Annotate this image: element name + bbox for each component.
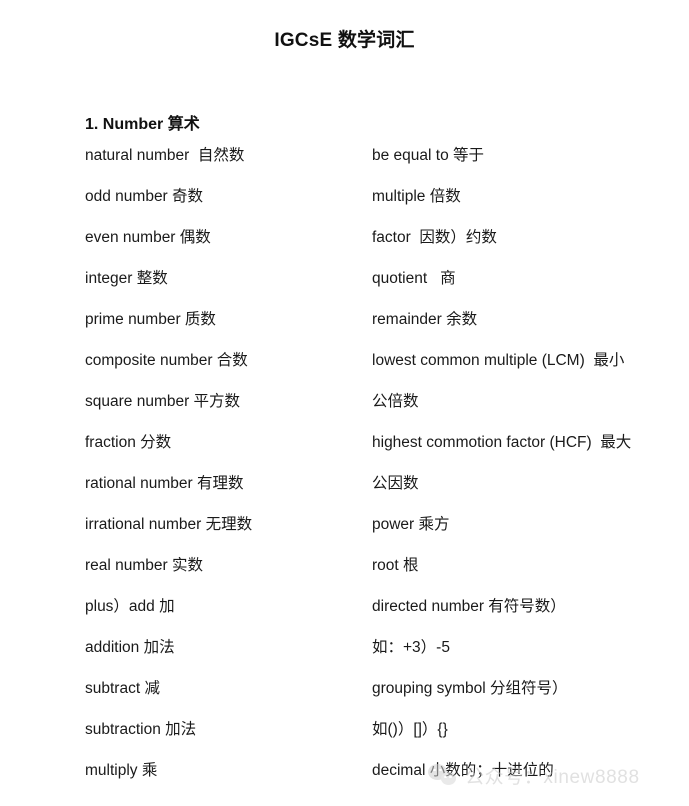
glossary-entry: subtract 减 (85, 680, 160, 697)
section-heading-number: 1. Number 算术 (85, 116, 200, 133)
glossary-entry: remainder 余数 (372, 311, 478, 328)
glossary-entry: irrational number 无理数 (85, 516, 253, 533)
glossary-entry: natural number 自然数 (85, 147, 245, 164)
glossary-entry: even number 偶数 (85, 229, 211, 246)
glossary-entry: factor 因数）约数 (372, 229, 497, 246)
glossary-entry: plus）add 加 (85, 598, 175, 615)
glossary-entry-continuation: 公因数 (372, 475, 419, 492)
glossary-entry: prime number 质数 (85, 311, 216, 328)
glossary-entry: real number 实数 (85, 557, 204, 574)
glossary-entry: addition 加法 (85, 639, 175, 656)
glossary-entry: multiply 乘 (85, 762, 158, 779)
glossary-entry: quotient 商 (372, 270, 456, 287)
document-page: IGCsE 数学词汇 1. Number 算术 natural number 自… (0, 0, 689, 806)
glossary-entry: decimal 小数的；十进位的 (372, 762, 554, 779)
glossary-entry: 如：+3）-5 (372, 639, 450, 656)
glossary-entry-continuation: 公倍数 (372, 393, 419, 410)
glossary-entry: highest commotion factor (HCF) 最大 (372, 434, 632, 451)
glossary-entry: multiple 倍数 (372, 188, 461, 205)
glossary-left-column: natural number 自然数 odd number 奇数 even nu… (85, 145, 355, 801)
glossary-entry: be equal to 等于 (372, 147, 485, 164)
glossary-entry: directed number 有符号数） (372, 598, 566, 615)
glossary-entry: lowest common multiple (LCM) 最小 (372, 352, 625, 369)
glossary-entry: subtraction 加法 (85, 721, 197, 738)
glossary-entry: rational number 有理数 (85, 475, 244, 492)
glossary-entry: root 根 (372, 557, 419, 574)
glossary-entry: power 乘方 (372, 516, 450, 533)
glossary-entry: grouping symbol 分组符号） (372, 680, 568, 697)
glossary-entry: composite number 合数 (85, 352, 248, 369)
glossary-entry: 如()）[]）{} (372, 721, 448, 738)
glossary-entry: square number 平方数 (85, 393, 241, 410)
glossary-entry: integer 整数 (85, 270, 168, 287)
glossary-columns: natural number 自然数 odd number 奇数 even nu… (0, 145, 689, 806)
glossary-right-column: be equal to 等于 multiple 倍数 factor 因数）约数 … (372, 145, 672, 801)
glossary-entry: fraction 分数 (85, 434, 172, 451)
page-title: IGCsE 数学词汇 (274, 30, 415, 51)
glossary-entry: odd number 奇数 (85, 188, 204, 205)
